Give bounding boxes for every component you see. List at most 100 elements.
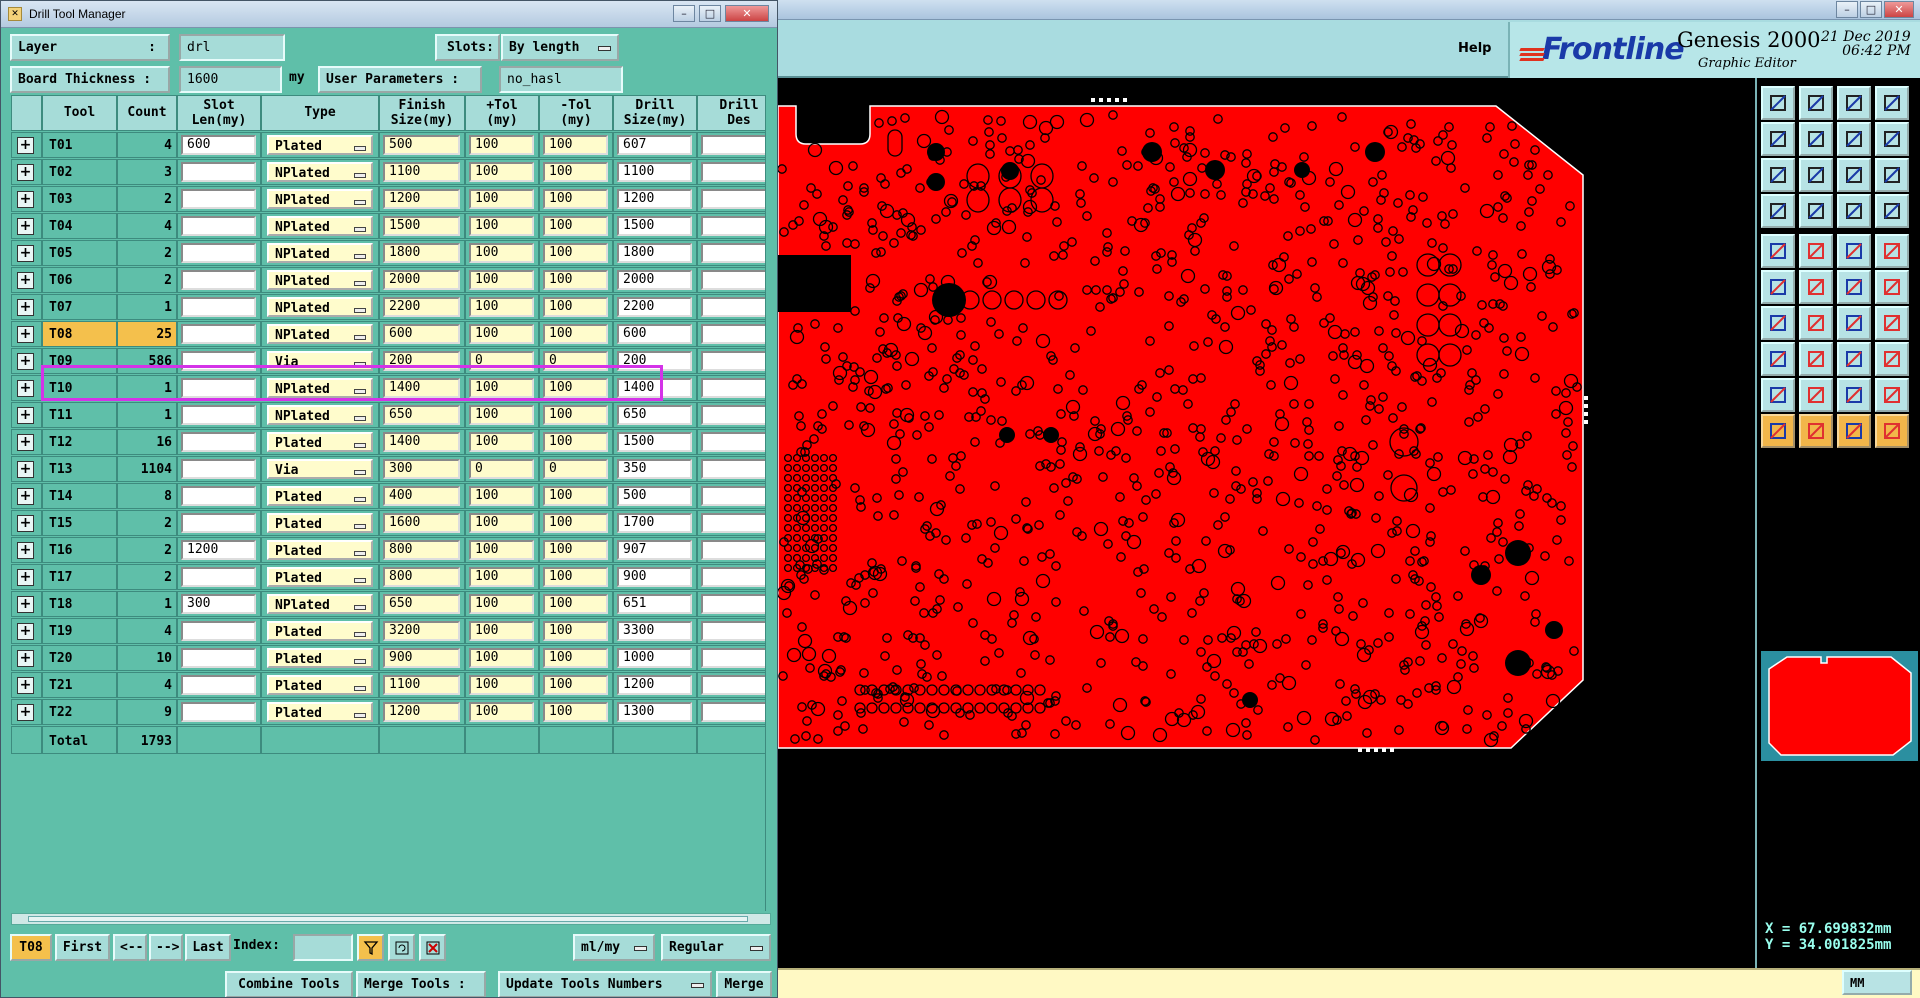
finish-input[interactable]: 3200: [383, 621, 460, 641]
move-arrow-icon[interactable]: [1837, 414, 1871, 448]
drill-input[interactable]: 1000: [617, 648, 692, 668]
dtm-maximize-button[interactable]: □: [699, 5, 721, 22]
drill-input[interactable]: 907: [617, 540, 692, 560]
slot-input[interactable]: 600: [181, 135, 256, 155]
dtm-close-button[interactable]: ✕: [725, 5, 769, 22]
type-dropdown[interactable]: Plated: [267, 486, 373, 506]
type-dropdown[interactable]: Plated: [267, 540, 373, 560]
tool-cell[interactable]: T05: [42, 240, 117, 266]
cross-icon[interactable]: [1799, 270, 1833, 304]
finish-input[interactable]: 800: [383, 567, 460, 587]
slot-input[interactable]: [181, 216, 256, 236]
user-params-field[interactable]: no_hasl: [499, 66, 623, 93]
scroll-thumb[interactable]: [28, 916, 748, 922]
measure-h-icon[interactable]: [1837, 194, 1871, 228]
horizontal-scrollbar[interactable]: [11, 913, 771, 925]
slot-input[interactable]: [181, 270, 256, 290]
rotate-icon[interactable]: [1837, 306, 1871, 340]
measure-v-icon[interactable]: [1875, 194, 1909, 228]
next-button[interactable]: -->: [149, 934, 183, 961]
tool-cell[interactable]: T02: [42, 159, 117, 185]
table-row[interactable]: + T02 3 NPlated 1100 100 100 1100: [11, 158, 777, 185]
finish-input[interactable]: 800: [383, 540, 460, 560]
snap-icon[interactable]: [1875, 122, 1909, 156]
expand-icon[interactable]: +: [17, 704, 34, 721]
tool-cell[interactable]: T07: [42, 294, 117, 320]
finish-input[interactable]: 650: [383, 594, 460, 614]
drill-input[interactable]: 900: [617, 567, 692, 587]
drill-input[interactable]: 607: [617, 135, 692, 155]
drill-input[interactable]: 350: [617, 459, 692, 479]
last-button[interactable]: Last: [185, 934, 231, 961]
tool-cell[interactable]: T12: [42, 429, 117, 455]
finish-input[interactable]: 1600: [383, 513, 460, 533]
mirror-icon[interactable]: [1875, 306, 1909, 340]
minus-tol-input[interactable]: 0: [543, 459, 608, 479]
table-row[interactable]: + T21 4 Plated 1100 100 100 1200: [11, 671, 777, 698]
header-plus-tol[interactable]: +Tol (my): [465, 95, 539, 131]
expand-icon[interactable]: +: [17, 623, 34, 640]
tool-cell[interactable]: T20: [42, 645, 117, 671]
expand-icon[interactable]: +: [17, 434, 34, 451]
type-dropdown[interactable]: Via: [267, 459, 373, 479]
finish-input[interactable]: 1200: [383, 189, 460, 209]
table-row[interactable]: + T03 2 NPlated 1200 100 100 1200: [11, 185, 777, 212]
unit-select[interactable]: MM: [1842, 970, 1912, 995]
drill-input[interactable]: 1300: [617, 702, 692, 722]
tool-cell[interactable]: T13: [42, 456, 117, 482]
board-minimap[interactable]: [1761, 651, 1918, 761]
minus-tol-input[interactable]: 100: [543, 243, 608, 263]
type-dropdown[interactable]: NPlated: [267, 216, 373, 236]
tool-cell[interactable]: T06: [42, 267, 117, 293]
step-up-icon[interactable]: [1761, 86, 1795, 120]
polygon-icon[interactable]: [1837, 378, 1871, 412]
table-row[interactable]: + T13 1104 Via 300 0 0 350: [11, 455, 777, 482]
slot-input[interactable]: [181, 648, 256, 668]
tool-cell[interactable]: T04: [42, 213, 117, 239]
minus-tol-input[interactable]: 100: [543, 432, 608, 452]
type-dropdown[interactable]: NPlated: [267, 270, 373, 290]
plus-tol-input[interactable]: 100: [469, 486, 534, 506]
feature-select-icon[interactable]: [1761, 234, 1795, 268]
slot-input[interactable]: [181, 405, 256, 425]
minus-tol-input[interactable]: 100: [543, 189, 608, 209]
expand-icon[interactable]: +: [17, 650, 34, 667]
finish-input[interactable]: 500: [383, 135, 460, 155]
tool-cell[interactable]: T14: [42, 483, 117, 509]
tool-cell[interactable]: T21: [42, 672, 117, 698]
header-type[interactable]: Type: [261, 95, 379, 131]
slot-input[interactable]: [181, 297, 256, 317]
minus-tol-input[interactable]: 100: [543, 567, 608, 587]
expand-icon[interactable]: +: [17, 407, 34, 424]
expand-icon[interactable]: +: [17, 218, 34, 235]
layer-field[interactable]: drl: [179, 34, 285, 61]
minimize-button[interactable]: –: [1836, 1, 1858, 18]
expand-icon[interactable]: +: [17, 191, 34, 208]
drill-input[interactable]: 1800: [617, 243, 692, 263]
plus-tol-input[interactable]: 100: [469, 189, 534, 209]
tool-cell[interactable]: T01: [42, 132, 117, 158]
tool-cell[interactable]: T15: [42, 510, 117, 536]
vertical-scrollbar[interactable]: [765, 95, 777, 911]
plus-tol-input[interactable]: 100: [469, 648, 534, 668]
minus-tol-input[interactable]: 100: [543, 297, 608, 317]
plus-tol-input[interactable]: 100: [469, 675, 534, 695]
home-icon[interactable]: [1837, 86, 1871, 120]
tool-cell[interactable]: T11: [42, 402, 117, 428]
slot-input[interactable]: [181, 621, 256, 641]
drill-input[interactable]: 500: [617, 486, 692, 506]
finish-input[interactable]: 1100: [383, 675, 460, 695]
slot-input[interactable]: [181, 675, 256, 695]
plus-tol-input[interactable]: 100: [469, 621, 534, 641]
header-count[interactable]: Count: [117, 95, 177, 131]
pad-icon[interactable]: [1875, 234, 1909, 268]
table-row[interactable]: + T08 25 NPlated 600 100 100 600: [11, 320, 777, 347]
minus-tol-input[interactable]: 100: [543, 594, 608, 614]
thickness-field[interactable]: 1600: [179, 66, 282, 93]
triangle-icon[interactable]: [1761, 378, 1795, 412]
plus-tol-input[interactable]: 100: [469, 162, 534, 182]
refresh-icon[interactable]: [388, 934, 415, 961]
expand-icon[interactable]: +: [17, 164, 34, 181]
layers-icon[interactable]: [1875, 86, 1909, 120]
drill-input[interactable]: 1100: [617, 162, 692, 182]
